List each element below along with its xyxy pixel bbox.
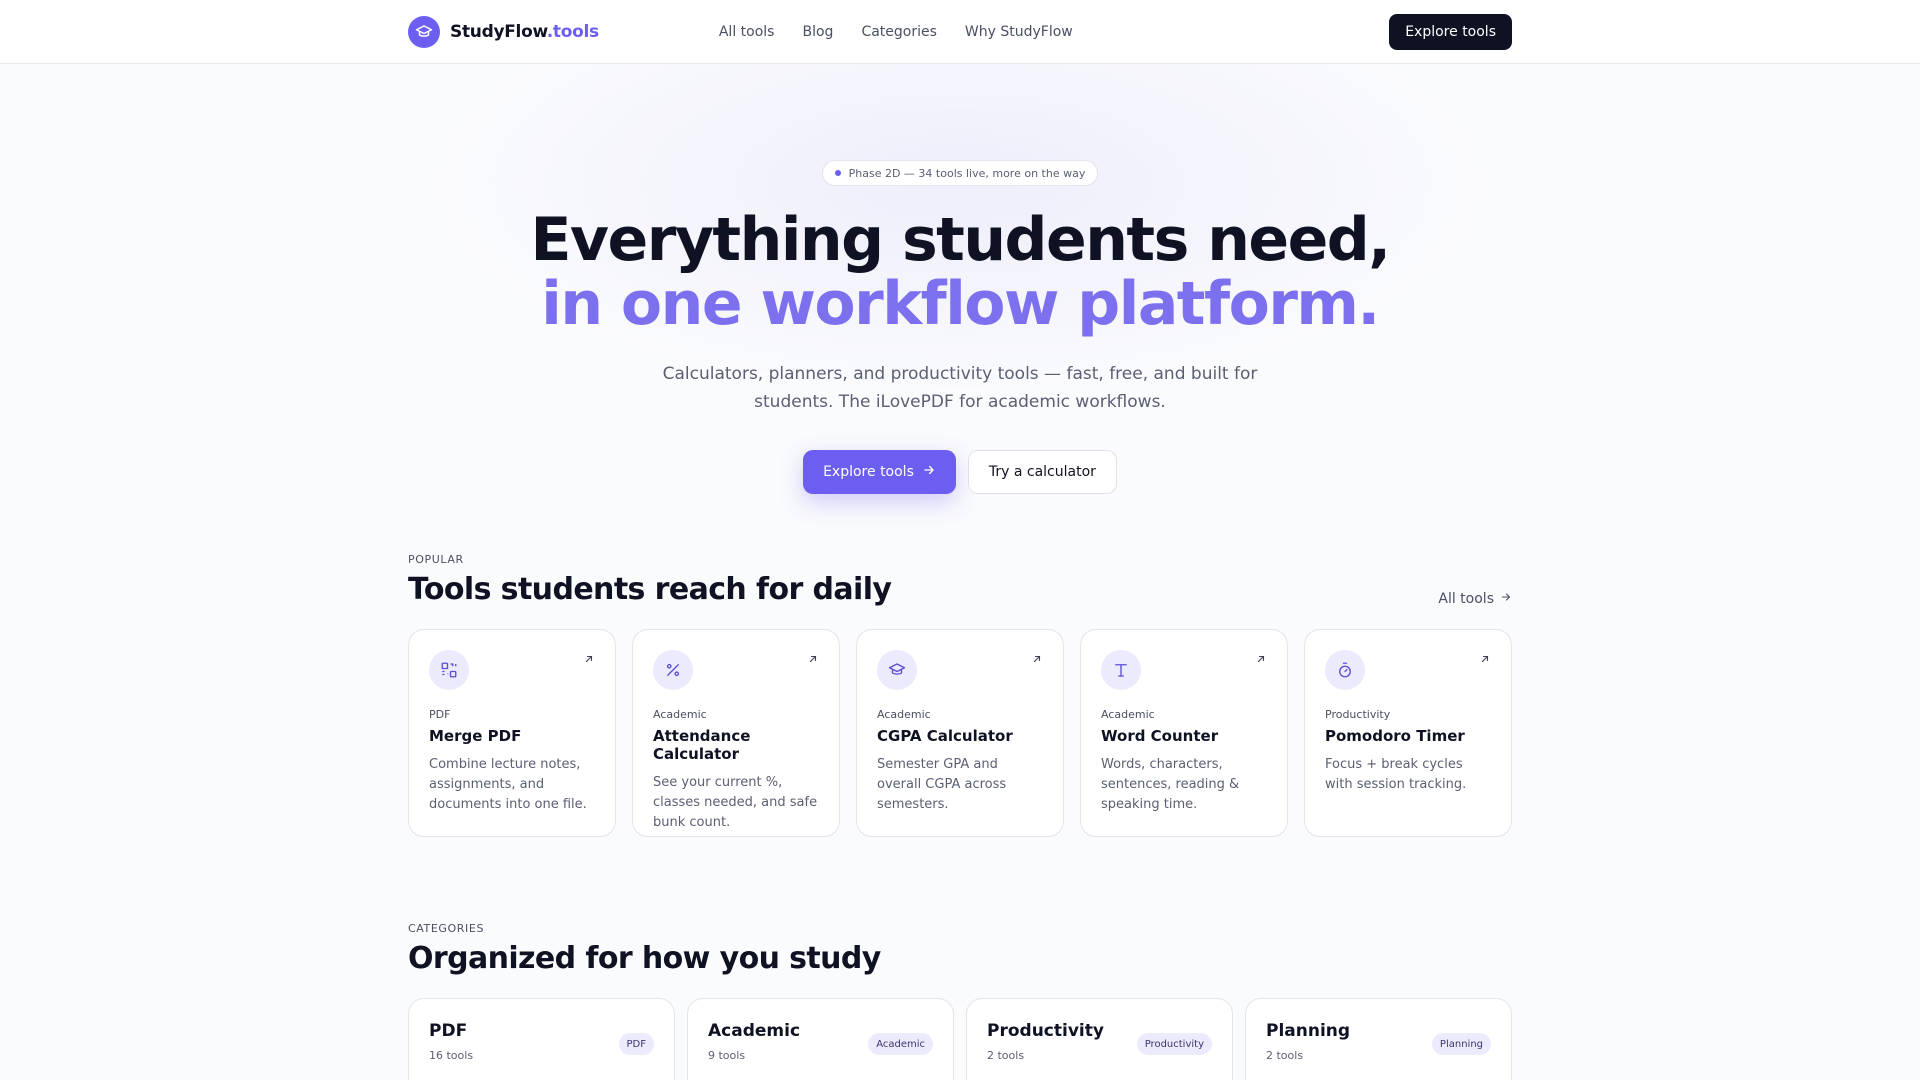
all-tools-label: All tools	[1438, 591, 1494, 607]
hero-section: Phase 2D — 34 tools live, more on the wa…	[0, 160, 1920, 494]
tool-grid: PDF Merge PDF Combine lecture notes, ass…	[408, 629, 1512, 837]
status-dot-icon	[834, 170, 841, 176]
timer-icon	[1325, 650, 1365, 690]
main-nav: All tools Blog Categories Why StudyFlow	[719, 24, 1073, 40]
nav-all-tools[interactable]: All tools	[719, 24, 775, 40]
tool-description: See your current %, classes needed, and …	[653, 775, 818, 830]
arrow-up-right-icon	[583, 650, 595, 669]
all-tools-link[interactable]: All tools	[1438, 591, 1512, 607]
nav-blog[interactable]: Blog	[802, 24, 833, 40]
brand-name: StudyFlow.tools	[450, 22, 599, 42]
brand-logo-link[interactable]: StudyFlow.tools	[408, 16, 599, 48]
popular-title: Tools students reach for daily	[408, 572, 892, 607]
arrow-right-icon	[1500, 591, 1512, 607]
category-card-productivity[interactable]: Productivity 2 tools Productivity	[966, 998, 1233, 1080]
tool-description: Focus + break cycles with session tracki…	[1325, 757, 1467, 792]
nav-categories[interactable]: Categories	[861, 24, 936, 40]
tool-category: PDF	[429, 708, 451, 721]
category-card-planning[interactable]: Planning 2 tools Planning	[1245, 998, 1512, 1080]
tool-card-cgpa-calculator[interactable]: Academic CGPA Calculator Semester GPA an…	[856, 629, 1064, 837]
tool-category: Academic	[653, 708, 707, 721]
phase-pill: Phase 2D — 34 tools live, more on the wa…	[821, 160, 1099, 186]
popular-tools-section: POPULAR Tools students reach for daily A…	[408, 553, 1512, 843]
tool-title: Pomodoro Timer	[1325, 727, 1465, 745]
tool-card-attendance-calculator[interactable]: Academic Attendance Calculator See your …	[632, 629, 840, 837]
tool-card-pomodoro-timer[interactable]: Productivity Pomodoro Timer Focus + brea…	[1304, 629, 1512, 837]
category-badge: Academic	[868, 1033, 933, 1055]
tool-title: CGPA Calculator	[877, 727, 1013, 745]
percent-icon	[653, 650, 693, 690]
hero-title-line2: in one workflow platform.	[541, 269, 1380, 339]
site-header: StudyFlow.tools All tools Blog Categorie…	[0, 0, 1920, 64]
header-explore-tools-button[interactable]: Explore tools	[1389, 14, 1512, 50]
category-badge: PDF	[618, 1033, 654, 1055]
nav-why-studyflow[interactable]: Why StudyFlow	[965, 24, 1073, 40]
graduation-cap-icon	[408, 16, 440, 48]
tool-title: Word Counter	[1101, 727, 1219, 745]
tool-description: Words, characters, sentences, reading & …	[1101, 757, 1240, 812]
tool-card-word-counter[interactable]: Academic Word Counter Words, characters,…	[1080, 629, 1288, 837]
hero-title-line1: Everything students need,	[530, 205, 1391, 275]
arrow-up-right-icon	[807, 650, 819, 669]
hero-explore-tools-button[interactable]: Explore tools	[803, 450, 956, 494]
arrow-up-right-icon	[1255, 650, 1267, 669]
tool-description: Semester GPA and overall CGPA across sem…	[877, 757, 1007, 812]
categories-section: CATEGORIES Organized for how you study P…	[408, 922, 1512, 1080]
tool-category: Academic	[877, 708, 931, 721]
try-calculator-button[interactable]: Try a calculator	[967, 450, 1117, 494]
hero-explore-tools-label: Explore tools	[823, 464, 914, 480]
category-badge: Planning	[1431, 1033, 1491, 1055]
arrow-up-right-icon	[1479, 650, 1491, 669]
tool-card-merge-pdf[interactable]: PDF Merge PDF Combine lecture notes, ass…	[408, 629, 616, 837]
category-badge: Productivity	[1136, 1033, 1212, 1055]
categories-title: Organized for how you study	[408, 941, 881, 976]
tool-category: Productivity	[1325, 708, 1391, 721]
categories-eyebrow: CATEGORIES	[408, 922, 485, 935]
category-card-academic[interactable]: Academic 9 tools Academic	[687, 998, 954, 1080]
tool-category: Academic	[1101, 708, 1155, 721]
phase-pill-text: Phase 2D — 34 tools live, more on the wa…	[848, 166, 1086, 180]
popular-eyebrow: POPULAR	[408, 553, 464, 566]
arrow-right-icon	[922, 463, 936, 481]
hero-subtitle: Calculators, planners, and productivity …	[662, 364, 1258, 412]
graduation-cap-icon	[877, 650, 917, 690]
tool-title: Merge PDF	[429, 727, 522, 745]
text-icon	[1101, 650, 1141, 690]
arrow-up-right-icon	[1031, 650, 1043, 669]
category-card-pdf[interactable]: PDF 16 tools PDF	[408, 998, 675, 1080]
category-grid: PDF 16 tools PDF Academic 9 tools Academ…	[408, 998, 1512, 1080]
tool-title: Attendance Calculator	[653, 727, 751, 763]
category-count: 16 tools	[429, 1049, 474, 1062]
tool-description: Combine lecture notes, assignments, and …	[429, 757, 587, 812]
merge-pdf-icon	[429, 650, 469, 690]
